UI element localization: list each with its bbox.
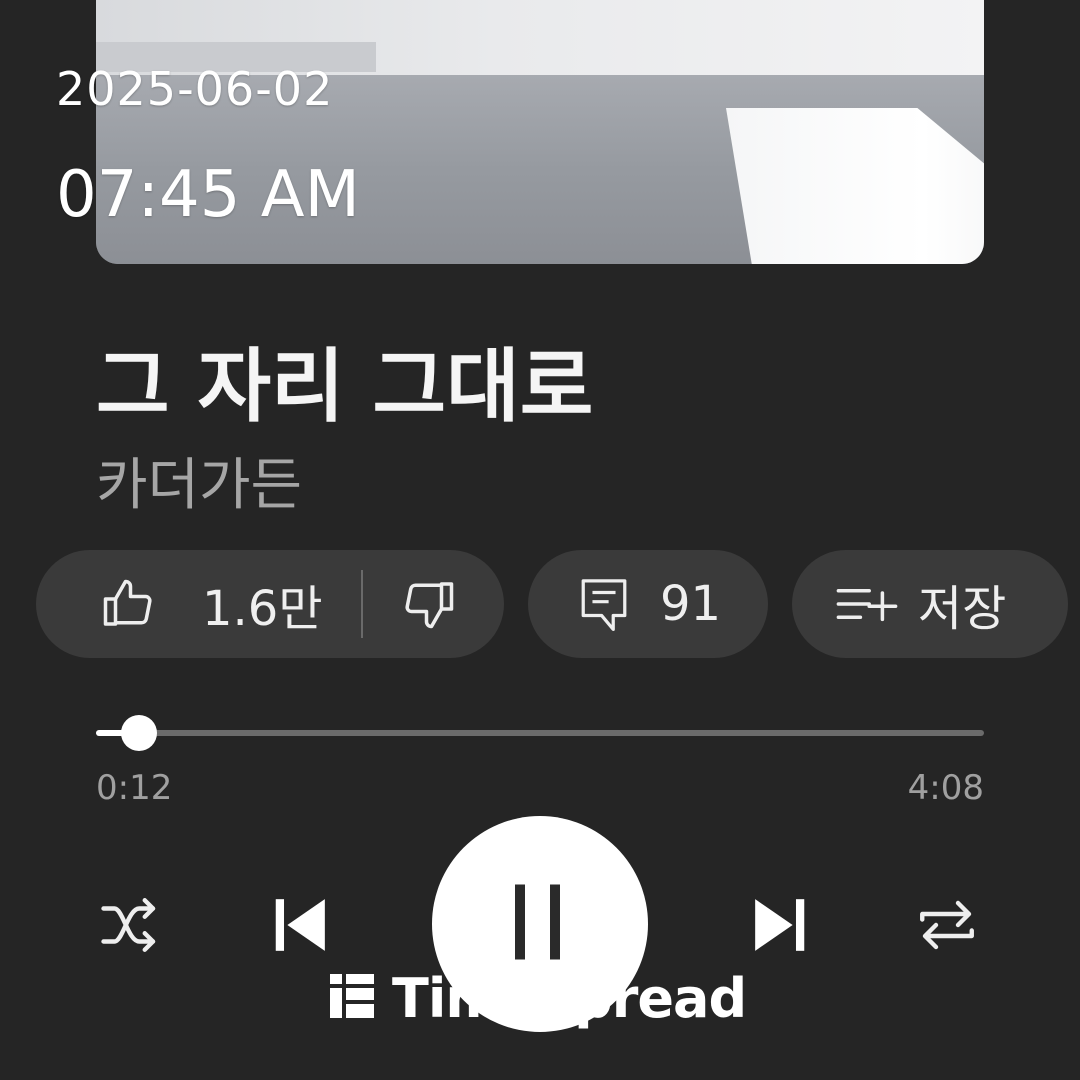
shuffle-button[interactable]: [98, 894, 164, 960]
progress-knob[interactable]: [120, 715, 157, 751]
artist-name[interactable]: 카더가든: [96, 440, 302, 521]
watermark: TimeSpread: [328, 966, 747, 1030]
next-button[interactable]: [750, 894, 812, 960]
skip-next-icon: [750, 894, 812, 960]
comment-count: 91: [660, 576, 722, 632]
playlist-add-icon: [834, 582, 900, 626]
thumbs-down-icon[interactable]: [399, 574, 459, 634]
overlay-time: 07:45 AM: [56, 158, 360, 232]
watermark-text: TimeSpread: [392, 966, 747, 1030]
repeat-button[interactable]: [914, 894, 980, 960]
progress-slider[interactable]: [96, 715, 984, 751]
save-button[interactable]: 저장: [792, 550, 1068, 658]
overlay-date: 2025-06-02: [56, 62, 334, 116]
like-divider: [360, 570, 363, 638]
like-dislike-pill: 1.6만: [36, 550, 504, 658]
shuffle-icon: [98, 894, 164, 960]
song-title: 그 자리 그대로: [96, 340, 594, 433]
repeat-icon: [914, 894, 980, 960]
thumbs-up-icon[interactable]: [98, 574, 158, 634]
pause-icon: [510, 884, 570, 964]
like-count[interactable]: 1.6만: [202, 569, 323, 639]
save-label: 저장: [918, 581, 1007, 637]
watermark-logo-icon: [328, 972, 376, 1024]
comment-icon: [576, 574, 632, 634]
skip-previous-icon: [268, 894, 330, 960]
previous-button[interactable]: [268, 894, 330, 960]
comment-button[interactable]: 91: [528, 550, 768, 658]
artwork-sunlight: [726, 108, 984, 264]
elapsed-time: 0:12: [96, 768, 173, 808]
total-time: 4:08: [907, 768, 984, 808]
